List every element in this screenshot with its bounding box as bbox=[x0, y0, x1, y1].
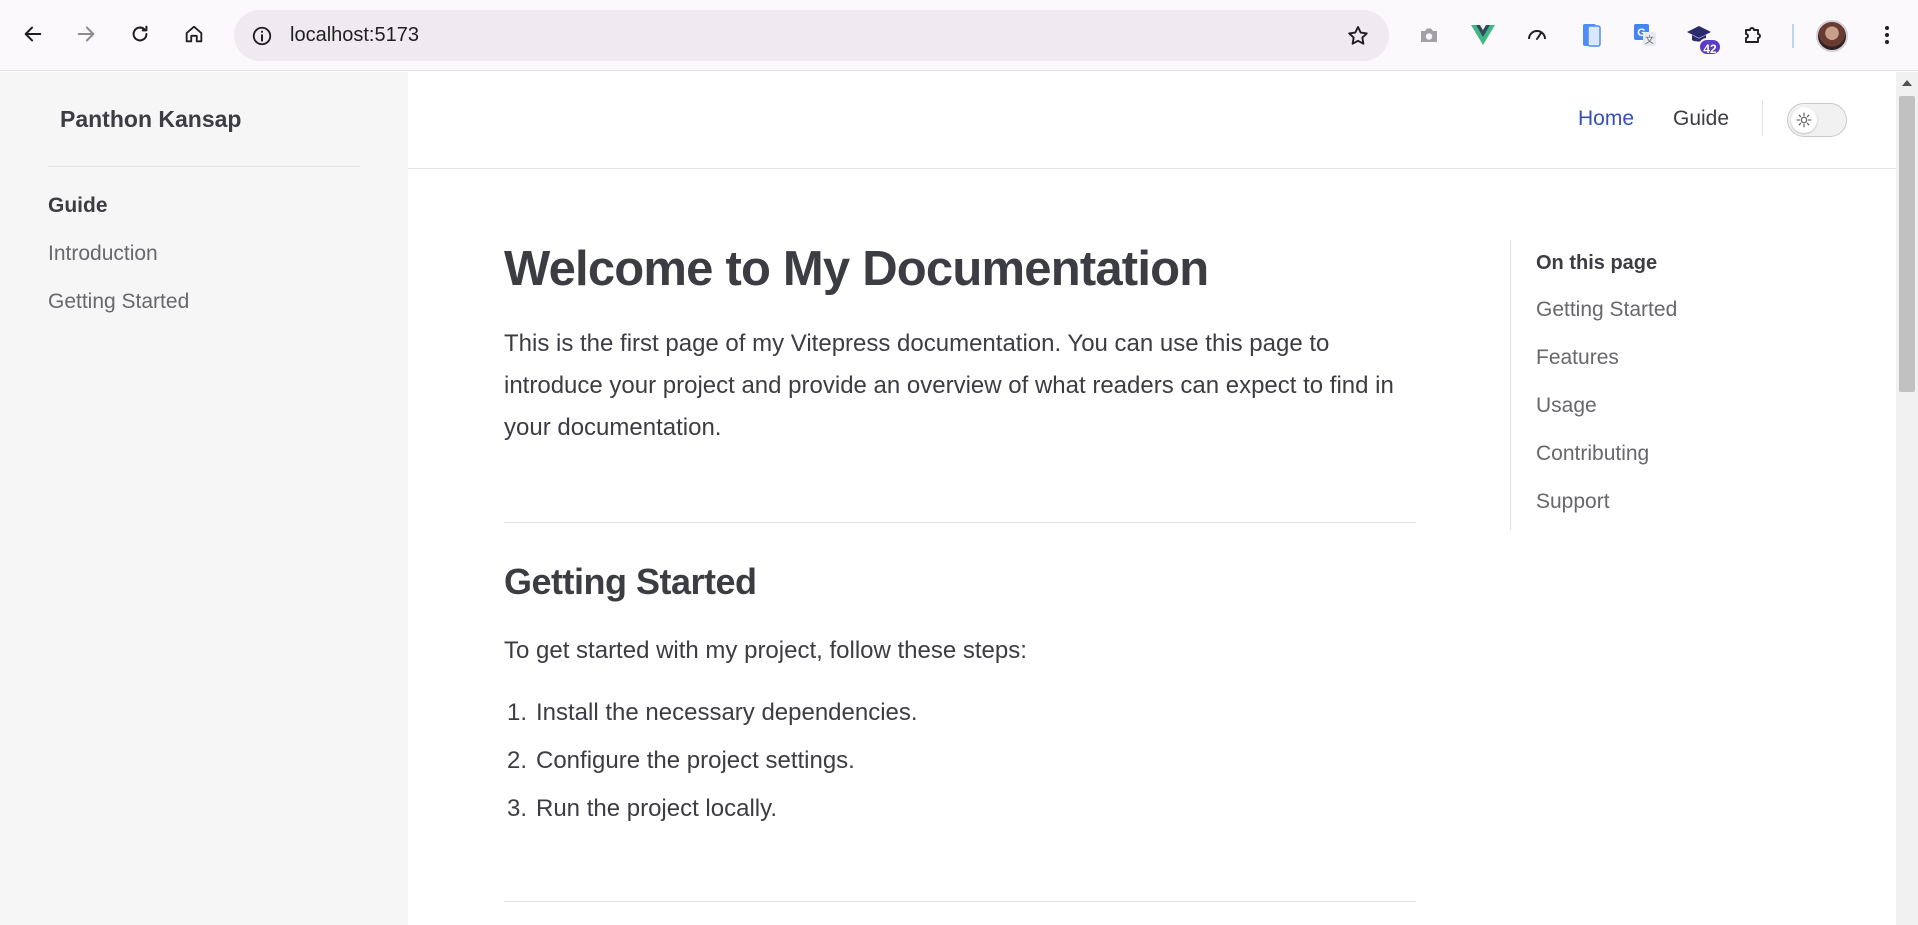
theme-toggle-knob bbox=[1791, 107, 1817, 133]
sidebar-item-introduction[interactable]: Introduction bbox=[48, 242, 158, 266]
speed-icon[interactable] bbox=[1520, 18, 1554, 52]
home-icon[interactable] bbox=[177, 17, 211, 51]
sidebar-group-title: Guide bbox=[48, 194, 108, 217]
toolbar-divider bbox=[1792, 24, 1794, 48]
nav-divider bbox=[1762, 100, 1763, 136]
section-paragraph: To get started with my project, follow t… bbox=[504, 637, 1027, 664]
list-item: 2. Configure the project settings. bbox=[507, 747, 855, 775]
scrollbar-thumb[interactable] bbox=[1899, 96, 1915, 392]
sidebar-item-getting-started[interactable]: Getting Started bbox=[48, 290, 189, 314]
outline-item-contributing[interactable]: Contributing bbox=[1536, 442, 1649, 466]
section-divider bbox=[504, 522, 1416, 523]
nav-link-guide[interactable]: Guide bbox=[1673, 107, 1729, 131]
address-bar[interactable]: localhost:5173 bbox=[234, 10, 1389, 61]
section-heading-getting-started: Getting Started bbox=[504, 561, 757, 602]
vertical-scrollbar[interactable] bbox=[1896, 72, 1918, 925]
page-outline: On this page Getting Started Features Us… bbox=[1510, 240, 1810, 530]
top-nav: Home Guide bbox=[408, 72, 1896, 169]
url-text[interactable]: localhost:5173 bbox=[290, 24, 419, 47]
sidebar-divider bbox=[48, 166, 360, 167]
outline-item-usage[interactable]: Usage bbox=[1536, 394, 1597, 418]
list-item-text: Install the necessary dependencies. bbox=[536, 699, 918, 726]
outline-item-getting-started[interactable]: Getting Started bbox=[1536, 298, 1677, 322]
extension-badge: 42 bbox=[1698, 38, 1722, 56]
bookmark-star-icon[interactable] bbox=[1343, 21, 1373, 51]
outline-item-features[interactable]: Features bbox=[1536, 346, 1619, 370]
site-info-icon[interactable] bbox=[248, 22, 276, 50]
svg-text:文: 文 bbox=[1645, 34, 1654, 46]
intro-paragraph: This is the first page of my Vitepress d… bbox=[504, 330, 1394, 441]
list-item: 3. Run the project locally. bbox=[507, 795, 777, 823]
outline-item-support[interactable]: Support bbox=[1536, 490, 1610, 514]
list-item-number: 3. bbox=[507, 795, 528, 822]
list-item-number: 1. bbox=[507, 699, 528, 726]
mortarboard-icon[interactable]: 42 bbox=[1682, 18, 1722, 56]
theme-toggle[interactable] bbox=[1787, 103, 1847, 137]
back-icon[interactable] bbox=[16, 17, 50, 51]
extensions-icon[interactable] bbox=[1736, 18, 1770, 52]
more-icon[interactable] bbox=[1870, 18, 1904, 52]
forward-icon[interactable] bbox=[69, 17, 103, 51]
site-title[interactable]: Panthon Kansap bbox=[60, 106, 241, 133]
scroll-up-arrow-icon[interactable] bbox=[1902, 80, 1912, 86]
phone-icon[interactable] bbox=[1574, 18, 1608, 52]
nav-link-home[interactable]: Home bbox=[1578, 107, 1634, 131]
list-item: 1. Install the necessary dependencies. bbox=[507, 699, 918, 727]
outline-title: On this page bbox=[1536, 252, 1658, 274]
reload-icon[interactable] bbox=[123, 17, 157, 51]
profile-avatar[interactable] bbox=[1816, 20, 1848, 52]
translate-icon[interactable]: G文 bbox=[1628, 18, 1662, 52]
list-item-number: 2. bbox=[507, 747, 528, 774]
camera-icon[interactable] bbox=[1412, 18, 1446, 52]
browser-toolbar: localhost:5173 G文 42 bbox=[0, 0, 1918, 71]
list-item-text: Configure the project settings. bbox=[536, 747, 855, 774]
sidebar: Panthon Kansap Guide Introduction Gettin… bbox=[0, 72, 408, 925]
list-item-text: Run the project locally. bbox=[536, 795, 778, 822]
section-divider bbox=[504, 901, 1416, 902]
vue-devtools-icon[interactable] bbox=[1466, 18, 1500, 52]
page-title: Welcome to My Documentation bbox=[504, 242, 1209, 296]
sun-icon bbox=[1796, 112, 1812, 128]
